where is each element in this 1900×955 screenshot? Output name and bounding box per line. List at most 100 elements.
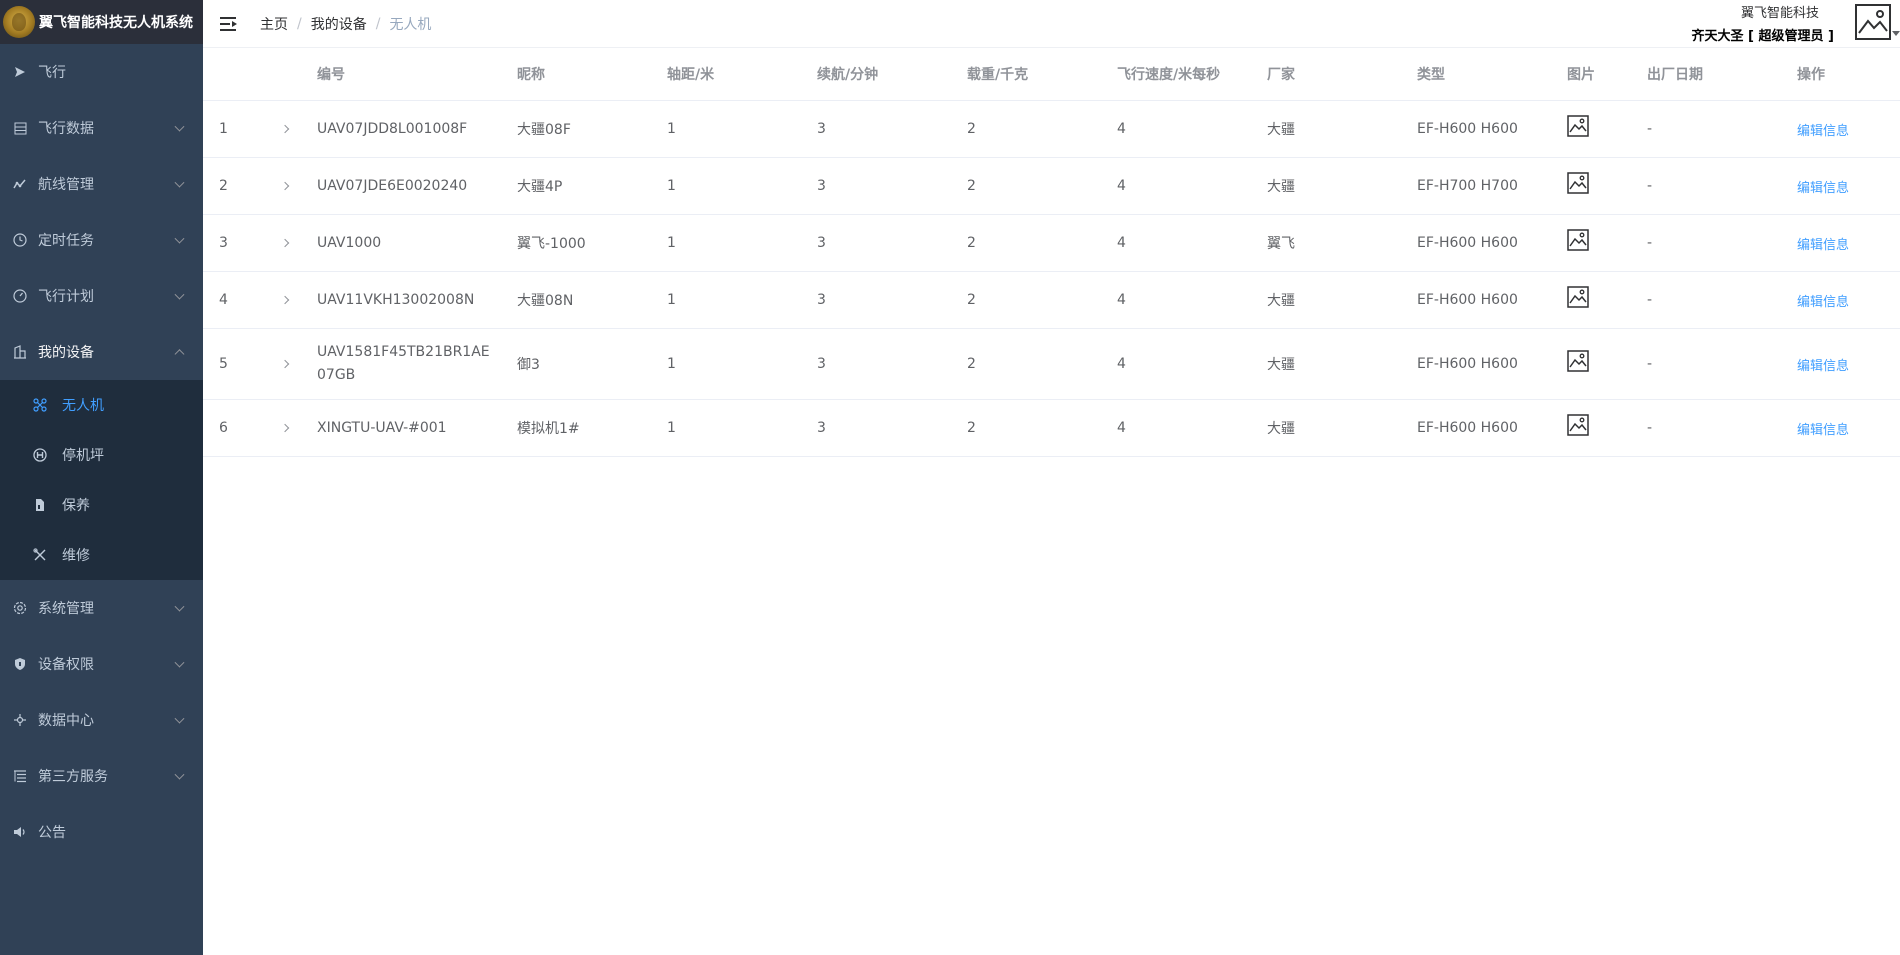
- column-header: 类型: [1417, 67, 1445, 83]
- edit-info-label[interactable]: 编辑信息: [1797, 177, 1849, 196]
- device-submenu: 无人机 停机坪 保养 维修: [0, 380, 203, 580]
- chevron-down-icon: [174, 177, 185, 188]
- image-icon[interactable]: [1567, 229, 1589, 251]
- image-icon[interactable]: [1567, 414, 1589, 436]
- cell-endurance: 3: [817, 292, 826, 308]
- cell-speed: 4: [1117, 420, 1126, 436]
- cell-number: XINGTU-UAV-#001: [317, 420, 447, 436]
- chevron-down-icon: [174, 601, 185, 612]
- column-header: 轴距/米: [667, 67, 715, 83]
- image-icon[interactable]: [1567, 286, 1589, 308]
- chevron-right-icon: [280, 423, 290, 433]
- chevron-right-icon: [280, 238, 290, 248]
- cell-speed: 4: [1117, 121, 1126, 137]
- cell-nickname: 模拟机1#: [517, 421, 580, 437]
- image-icon[interactable]: [1567, 115, 1589, 137]
- cell-payload: 2: [967, 292, 976, 308]
- document-icon: [32, 497, 48, 513]
- sidebar-item-flight-data[interactable]: 飞行数据: [0, 100, 203, 156]
- sidebar-item-flight[interactable]: 飞行: [0, 44, 203, 100]
- sidebar-subitem-helipad[interactable]: 停机坪: [0, 430, 203, 480]
- expand-row-button[interactable]: [279, 272, 291, 328]
- drone-table: 编号 昵称 轴距/米 续航/分钟 载重/千克 飞行速度/米每秒 厂家 类型 图片…: [203, 48, 1900, 457]
- cell-type: EF-H600 H600: [1417, 235, 1518, 251]
- sidebar-item-label: 飞行数据: [38, 121, 94, 137]
- cell-type: EF-H600 H600: [1417, 292, 1518, 308]
- edit-info-label[interactable]: 编辑信息: [1797, 291, 1849, 310]
- sidebar-subitem-drone[interactable]: 无人机: [0, 380, 203, 430]
- cell-picture: [1567, 400, 1589, 456]
- hamburger-icon[interactable]: [220, 16, 237, 31]
- cell-payload: 2: [967, 356, 976, 372]
- cell-picture: [1567, 158, 1589, 214]
- sidebar-subitem-maintenance[interactable]: 保养: [0, 480, 203, 530]
- column-header: 出厂日期: [1647, 67, 1703, 83]
- image-icon[interactable]: [1567, 350, 1589, 372]
- sidebar-menu: 飞行 飞行数据 航线管理 定时任务 飞行计划 我的设备: [0, 44, 203, 380]
- sidebar-menu-lower: 系统管理 设备权限 数据中心 第三方服务 公告: [0, 580, 203, 860]
- sidebar-item-system[interactable]: 系统管理: [0, 580, 203, 636]
- chevron-right-icon: [280, 295, 290, 305]
- edit-info-label[interactable]: 编辑信息: [1797, 120, 1849, 139]
- expand-row-button[interactable]: [279, 158, 291, 214]
- cell-date: -: [1647, 292, 1653, 308]
- logo[interactable]: 翼飞智能科技无人机系统: [0, 0, 203, 44]
- sidebar-item-label: 设备权限: [38, 657, 94, 673]
- expand-row-button[interactable]: [279, 400, 291, 456]
- edit-info-link[interactable]: 编辑信息: [1797, 215, 1849, 271]
- expand-row-button[interactable]: [279, 329, 291, 399]
- company-name: 翼飞智能科技: [1740, 6, 1819, 21]
- breadcrumb-separator: /: [297, 15, 302, 32]
- sidebar-item-label: 系统管理: [38, 601, 94, 617]
- sidebar-item-data-center[interactable]: 数据中心: [0, 692, 203, 748]
- edit-info-link[interactable]: 编辑信息: [1797, 329, 1849, 399]
- edit-info-link[interactable]: 编辑信息: [1797, 272, 1849, 328]
- chevron-down-icon: [174, 121, 185, 132]
- sidebar-item-label: 数据中心: [38, 713, 94, 729]
- avatar-image-icon[interactable]: [1854, 3, 1892, 41]
- cell-wheelbase: 1: [667, 121, 676, 137]
- sidebar-item-announcement[interactable]: 公告: [0, 804, 203, 860]
- expand-row-button[interactable]: [279, 101, 291, 157]
- expand-row-button[interactable]: [279, 215, 291, 271]
- image-icon[interactable]: [1567, 172, 1589, 194]
- sidebar-item-scheduled-task[interactable]: 定时任务: [0, 212, 203, 268]
- cell-wheelbase: 1: [667, 356, 676, 372]
- shield-icon: [12, 656, 28, 672]
- cell-speed: 4: [1117, 292, 1126, 308]
- cell-date: -: [1647, 235, 1653, 251]
- edit-info-label[interactable]: 编辑信息: [1797, 234, 1849, 253]
- cell-wheelbase: 1: [667, 292, 676, 308]
- cell-endurance: 3: [817, 356, 826, 372]
- gear-icon: [12, 600, 28, 616]
- edit-info-label[interactable]: 编辑信息: [1797, 419, 1849, 438]
- table-row: 1 UAV07JDD8L001008F 大疆08F 1 3 2 4 大疆 EF-…: [203, 101, 1900, 158]
- sidebar-item-label: 航线管理: [38, 177, 94, 193]
- sidebar-item-my-devices[interactable]: 我的设备: [0, 324, 203, 380]
- table-row: 6 XINGTU-UAV-#001 模拟机1# 1 3 2 4 大疆 EF-H6…: [203, 400, 1900, 457]
- chevron-down-icon: [174, 289, 185, 300]
- sidebar-item-third-party[interactable]: 第三方服务: [0, 748, 203, 804]
- edit-info-link[interactable]: 编辑信息: [1797, 400, 1849, 456]
- row-index: 3: [219, 235, 228, 251]
- cell-nickname: 大疆4P: [517, 179, 563, 195]
- sidebar-item-flight-plan[interactable]: 飞行计划: [0, 268, 203, 324]
- sidebar-item-label: 定时任务: [38, 233, 94, 249]
- cell-type: EF-H600 H600: [1417, 356, 1518, 372]
- chevron-right-icon: [280, 181, 290, 191]
- breadcrumb-separator: /: [375, 15, 381, 32]
- sidebar-item-route[interactable]: 航线管理: [0, 156, 203, 212]
- edit-info-link[interactable]: 编辑信息: [1797, 101, 1849, 157]
- breadcrumb-home[interactable]: 主页: [260, 14, 288, 34]
- chevron-down-icon: [174, 657, 185, 668]
- cell-type: EF-H600 H600: [1417, 420, 1518, 436]
- caret-down-icon[interactable]: [1892, 31, 1900, 36]
- sidebar-subitem-repair[interactable]: 维修: [0, 530, 203, 580]
- edit-info-label[interactable]: 编辑信息: [1797, 355, 1849, 374]
- breadcrumb-my-devices[interactable]: 我的设备: [311, 14, 367, 34]
- sidebar-item-device-permission[interactable]: 设备权限: [0, 636, 203, 692]
- sidebar-subitem-label: 停机坪: [62, 448, 104, 464]
- edit-info-link[interactable]: 编辑信息: [1797, 158, 1849, 214]
- chevron-up-icon: [174, 349, 185, 360]
- row-index: 5: [219, 356, 228, 372]
